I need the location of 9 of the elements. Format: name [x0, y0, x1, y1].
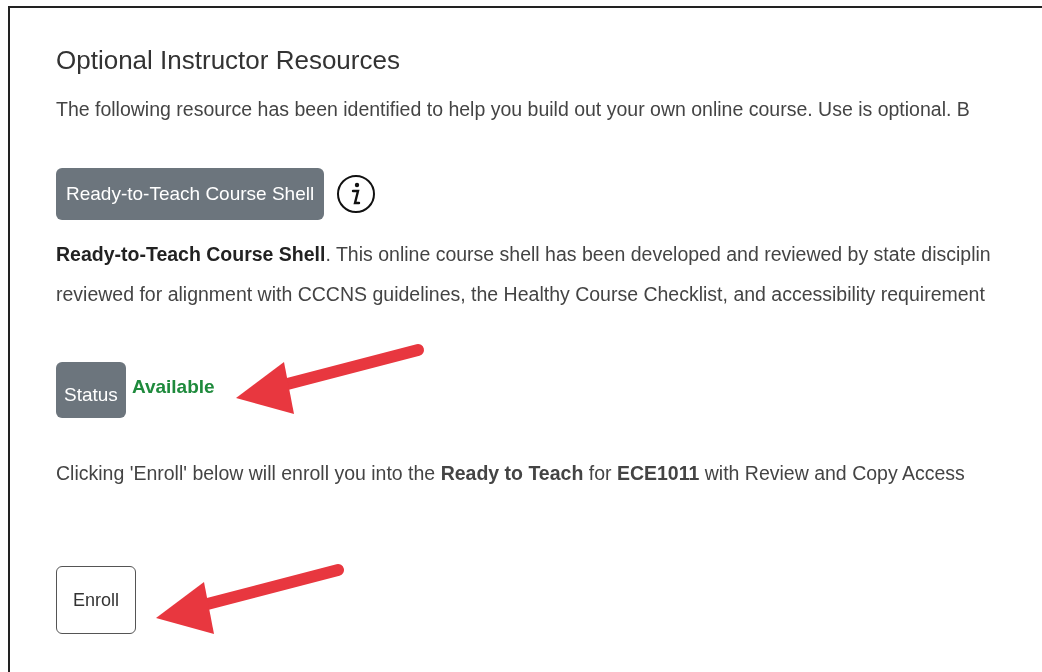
enroll-note: Clicking 'Enroll' below will enroll you into the Ready to Teach for ECE1011 with Review and Copy Access — [56, 461, 966, 486]
status-value: Available — [131, 374, 215, 399]
info-icon[interactable] — [336, 174, 377, 214]
intro-text: The following resource has been identified to help you build out your own online course. Use is optional. B — [56, 97, 971, 122]
status-label: Status — [56, 362, 126, 418]
enroll-button[interactable]: Enroll — [56, 566, 137, 634]
course-description: Ready-to-Teach Course Shell. This online course shell has been developed and reviewed by state disciplin reviewed for alignment with CCCNS guidelines, the Healthy Course Checklist, and accessibility requirement — [56, 242, 992, 307]
course-shell-button[interactable]: Ready-to-Teach Course Shell — [56, 168, 325, 220]
section-title: Optional Instructor Resources — [56, 44, 401, 76]
